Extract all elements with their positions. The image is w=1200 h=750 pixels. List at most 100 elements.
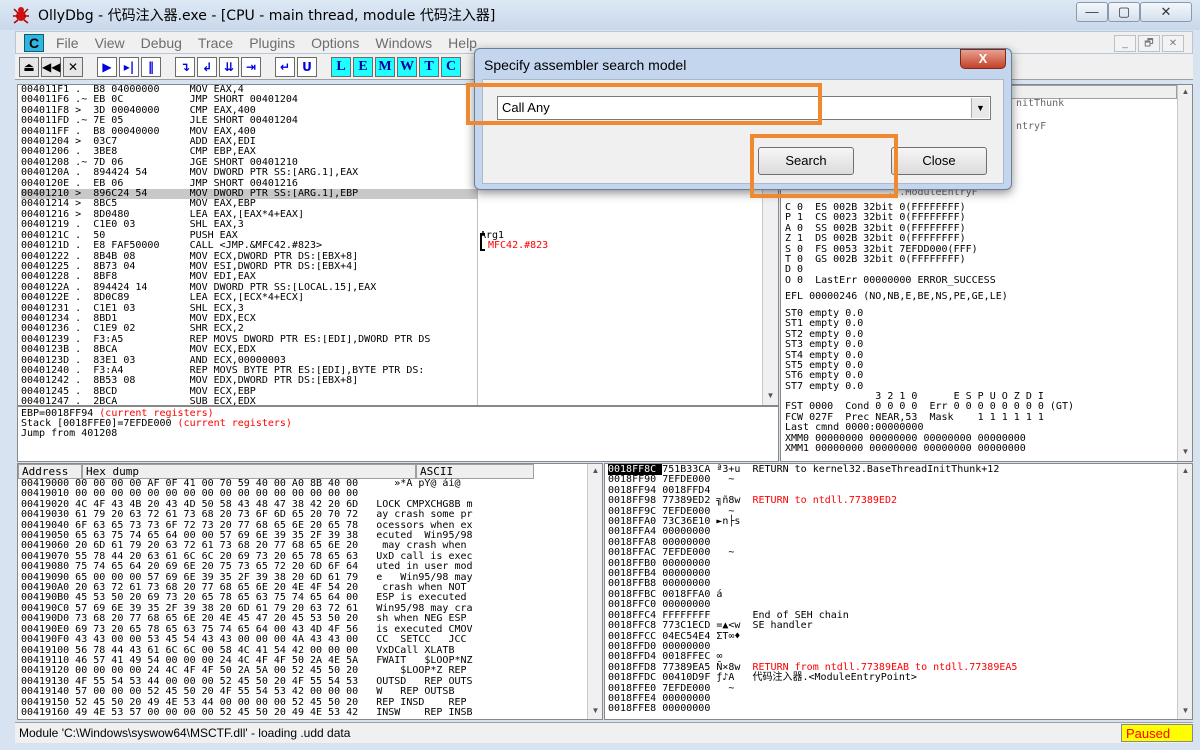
disasm-row[interactable]: 00401204 > 03C7 ADD EAX,EDI bbox=[21, 137, 477, 147]
disasm-row[interactable]: 00401222 . 8B4B 08 MOV ECX,DWORD PTR DS:… bbox=[21, 252, 477, 262]
stack-address: 0018FFD0 bbox=[608, 640, 663, 652]
dump-pane[interactable]: Address Hex dump ASCII 00419000 00 00 00… bbox=[17, 463, 603, 720]
trace-over-button[interactable]: ⇥ bbox=[241, 57, 261, 77]
stack-pane[interactable]: 0018FF8C 751B33CA ª3+u RETURN to kernel3… bbox=[604, 463, 1193, 720]
disasm-row[interactable]: 00401242 . 8B53 08 MOV EDX,DWORD PTR DS:… bbox=[21, 376, 477, 386]
menu-options[interactable]: Options bbox=[311, 35, 359, 51]
stack-value: 00000000 bbox=[662, 640, 753, 652]
cpu-window-icon[interactable]: C bbox=[24, 33, 44, 52]
memory-window-button[interactable]: M bbox=[375, 57, 395, 77]
dump-row[interactable]: 00419160 49 4E 53 57 00 00 00 00 52 45 5… bbox=[21, 707, 473, 718]
disasm-row[interactable]: 00401225 . 8B73 04 MOV ESI,DWORD PTR DS:… bbox=[21, 262, 477, 272]
disasm-row[interactable]: 0040121D . E8 FAF50000 CALL <JMP.&MFC42.… bbox=[21, 241, 477, 251]
dump-row[interactable]: 00419140 57 00 00 00 52 45 50 20 4F 55 5… bbox=[21, 686, 473, 697]
chevron-down-icon[interactable]: ▼ bbox=[971, 98, 989, 118]
scroll-down-icon[interactable]: ▼ bbox=[588, 704, 602, 718]
windows-window-button[interactable]: W bbox=[397, 57, 417, 77]
disasm-row[interactable]: 004011FD .~ 7E 05 JLE SHORT 00401204 bbox=[21, 116, 477, 126]
disasm-row[interactable]: 00401236 . C1E9 02 SHR ECX,2 bbox=[21, 324, 477, 334]
dump-row[interactable]: 004190F0 43 43 00 00 53 45 54 43 43 00 0… bbox=[21, 634, 473, 645]
dump-header-address[interactable]: Address bbox=[18, 464, 82, 479]
disasm-row[interactable]: 00401219 . C1E0 03 SHL EAX,3 bbox=[21, 220, 477, 230]
disasm-row[interactable]: 004011FF . B8 00040000 MOV EAX,400 bbox=[21, 127, 477, 137]
disasm-row[interactable]: 00401206 . 3BE8 CMP EBP,EAX bbox=[21, 147, 477, 157]
disasm-row[interactable]: 0040120E . EB 06 JMP SHORT 00401216 bbox=[21, 179, 477, 189]
stack-address: 0018FFB0 bbox=[608, 557, 663, 569]
stack-address: 0018FFB4 bbox=[608, 568, 663, 580]
disasm-row[interactable]: 00401245 . 8BCD MOV ECX,EBP bbox=[21, 387, 477, 397]
dump-listing[interactable]: 00419000 00 00 00 00 AF 0F 41 00 70 59 4… bbox=[21, 478, 473, 718]
stack-address: 0018FF9C bbox=[608, 505, 663, 517]
menu-debug[interactable]: Debug bbox=[141, 35, 182, 51]
disasm-row[interactable]: 00401208 .~ 7D 06 JGE SHORT 00401210 bbox=[21, 158, 477, 168]
disasm-row[interactable]: 004011F1 . B8 04000000 MOV EAX,4 bbox=[21, 85, 477, 95]
disasm-row[interactable]: 00401231 . C1E1 03 SHL ECX,3 bbox=[21, 304, 477, 314]
disasm-row[interactable]: 0040120A . 894424 54 MOV DWORD PTR SS:[A… bbox=[21, 168, 477, 178]
execute-till-return-button[interactable]: ↵ bbox=[275, 57, 295, 77]
run-button[interactable]: ▶ bbox=[97, 57, 117, 77]
stack-row[interactable]: 0018FFE8 00000000 bbox=[608, 704, 1017, 714]
stack-listing[interactable]: 0018FF8C 751B33CA ª3+u RETURN to kernel3… bbox=[608, 464, 1017, 715]
disasm-row[interactable]: 004011F8 > 3D 00040000 CMP EAX,400 bbox=[21, 106, 477, 116]
disasm-row[interactable]: 0040122E . 8D0C89 LEA ECX,[ECX*4+ECX] bbox=[21, 293, 477, 303]
disasm-row[interactable]: 00401216 > 8D0480 LEA EAX,[EAX*4+EAX] bbox=[21, 210, 477, 220]
disasm-row[interactable]: 00401240 . F3:A4 REP MOVS BYTE PTR ES:[E… bbox=[21, 366, 477, 376]
disasm-row[interactable]: 0040122A . 894424 14 MOV DWORD PTR SS:[L… bbox=[21, 283, 477, 293]
disasm-row[interactable]: 00401234 . 8BD1 MOV EDX,ECX bbox=[21, 314, 477, 324]
disassembly-listing[interactable]: 004011F1 . B8 04000000 MOV EAX,4 004011F6… bbox=[21, 85, 477, 405]
pause-button[interactable]: ‖ bbox=[141, 57, 161, 77]
dump-header-hex[interactable]: Hex dump bbox=[82, 464, 416, 479]
execute-till-user-code-button[interactable]: U bbox=[297, 57, 317, 77]
step-into-button[interactable]: ↴ bbox=[175, 57, 195, 77]
cpu-window-button[interactable]: C bbox=[441, 57, 461, 77]
scroll-down-icon[interactable]: ▼ bbox=[1178, 445, 1192, 459]
scroll-up-icon[interactable]: ▲ bbox=[1178, 85, 1192, 99]
maximize-button[interactable]: ▢ bbox=[1108, 2, 1140, 22]
disasm-row[interactable]: 00401214 > 8BC5 MOV EAX,EBP bbox=[21, 199, 477, 209]
close-program-button[interactable]: ✕ bbox=[63, 57, 83, 77]
modules-window-button[interactable]: E bbox=[353, 57, 373, 77]
scroll-up-icon[interactable]: ▲ bbox=[588, 464, 602, 478]
minimize-button[interactable]: — bbox=[1076, 2, 1108, 22]
scroll-down-icon[interactable]: ▼ bbox=[1178, 704, 1192, 718]
menu-trace[interactable]: Trace bbox=[198, 35, 233, 51]
registers-scrollbar[interactable]: ▲ ▼ bbox=[1177, 85, 1192, 461]
close-window-button[interactable]: ✕ bbox=[1140, 2, 1192, 22]
mdi-restore-button[interactable]: 🗗 bbox=[1138, 35, 1160, 52]
mdi-close-button[interactable]: ✕ bbox=[1162, 35, 1184, 52]
restart-button[interactable]: ◀◀ bbox=[41, 57, 61, 77]
info-pane[interactable]: EBP=0018FF94 (current registers) Stack [… bbox=[17, 406, 779, 462]
run-thread-button[interactable]: ▸| bbox=[119, 57, 139, 77]
disasm-row[interactable]: 00401247 . 2BCA SUB ECX,EDX bbox=[21, 397, 477, 405]
stack-value: 00000000 bbox=[662, 568, 753, 580]
search-button[interactable]: Search bbox=[758, 147, 854, 175]
scroll-down-icon[interactable]: ▼ bbox=[763, 389, 778, 403]
menu-file[interactable]: File bbox=[56, 35, 79, 51]
disasm-row[interactable]: 00401210 > 896C24 54 MOV DWORD PTR SS:[A… bbox=[21, 189, 477, 200]
disasm-row[interactable]: 004011F6 .~ EB 0C JMP SHORT 00401204 bbox=[21, 95, 477, 105]
menu-help[interactable]: Help bbox=[448, 35, 477, 51]
threads-window-button[interactable]: T bbox=[419, 57, 439, 77]
disasm-row[interactable]: 00401228 . 8BF8 MOV EDI,EAX bbox=[21, 272, 477, 282]
dialog-body: Call Any ▼ Search Close bbox=[482, 79, 1004, 184]
stack-scrollbar[interactable]: ▲ ▼ bbox=[1177, 464, 1192, 719]
log-window-button[interactable]: L bbox=[331, 57, 351, 77]
dump-scrollbar[interactable]: ▲ ▼ bbox=[587, 464, 602, 719]
menu-plugins[interactable]: Plugins bbox=[249, 35, 295, 51]
search-model-combo[interactable]: Call Any ▼ bbox=[497, 96, 991, 120]
mdi-minimize-button[interactable]: _ bbox=[1114, 35, 1136, 52]
menu-view[interactable]: View bbox=[95, 35, 125, 51]
open-button[interactable]: ⏏ bbox=[19, 57, 39, 77]
disasm-row[interactable]: 0040123B . 8BCA MOV ECX,EDX bbox=[21, 345, 477, 355]
disasm-row[interactable]: 00401239 . F3:A5 REP MOVS DWORD PTR ES:[… bbox=[21, 335, 477, 345]
scroll-up-icon[interactable]: ▲ bbox=[1178, 464, 1192, 478]
disasm-row[interactable]: 0040121C . 50 PUSH EAX bbox=[21, 231, 477, 241]
dialog-close-icon[interactable]: X bbox=[960, 49, 1006, 69]
dump-header-ascii[interactable]: ASCII bbox=[416, 464, 534, 479]
close-button[interactable]: Close bbox=[891, 147, 987, 175]
status-paused-badge: Paused bbox=[1121, 724, 1193, 742]
trace-into-button[interactable]: ⇊ bbox=[219, 57, 239, 77]
step-over-button[interactable]: ↲ bbox=[197, 57, 217, 77]
menu-windows[interactable]: Windows bbox=[375, 35, 432, 51]
disasm-row[interactable]: 0040123D . 83E1 03 AND ECX,00000003 bbox=[21, 356, 477, 366]
